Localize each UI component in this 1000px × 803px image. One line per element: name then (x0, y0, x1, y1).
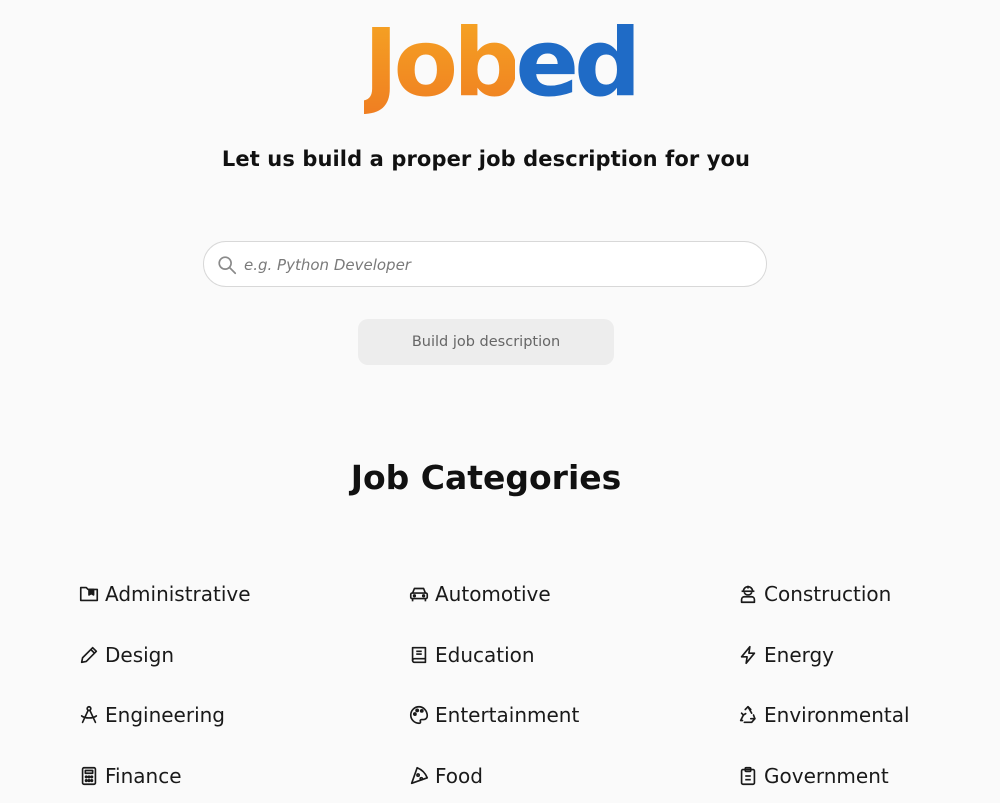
category-label: Environmental (764, 703, 910, 727)
category-label: Energy (764, 643, 835, 667)
category-education[interactable]: Education (408, 641, 535, 669)
category-label: Engineering (105, 703, 225, 727)
page: Jobed Let us build a proper job descript… (0, 0, 1000, 803)
category-label: Entertainment (435, 703, 580, 727)
car-icon (409, 587, 429, 602)
category-finance[interactable]: Finance (78, 762, 182, 790)
clipboard-icon (740, 766, 756, 786)
category-engineering[interactable]: Engineering (78, 701, 225, 729)
lightning-bolt-icon (740, 645, 756, 665)
category-food[interactable]: Food (408, 762, 483, 790)
category-construction[interactable]: Construction (737, 580, 891, 608)
category-label: Construction (764, 582, 892, 606)
compass-drafting-icon (80, 705, 98, 724)
category-label: Administrative (105, 582, 251, 606)
category-government[interactable]: Government (737, 762, 889, 790)
job-categories-grid: Administrative Automotive Construction D… (0, 0, 1000, 803)
category-administrative[interactable]: Administrative (78, 580, 251, 608)
pencil-icon (80, 646, 98, 664)
category-automotive[interactable]: Automotive (408, 580, 551, 608)
category-energy[interactable]: Energy (737, 641, 834, 669)
pizza-slice-icon (410, 766, 429, 785)
recycle-icon (739, 705, 756, 724)
category-label: Automotive (435, 582, 551, 606)
category-label: Design (105, 643, 175, 667)
category-label: Education (435, 643, 535, 667)
category-design[interactable]: Design (78, 641, 174, 669)
category-label: Finance (105, 764, 182, 788)
category-label: Food (435, 764, 483, 788)
category-entertainment[interactable]: Entertainment (408, 701, 579, 729)
hard-hat-worker-icon (740, 585, 756, 604)
category-environmental[interactable]: Environmental (737, 701, 910, 729)
calculator-icon (81, 766, 97, 786)
folder-icon (79, 586, 99, 602)
palette-icon (410, 705, 429, 725)
category-label: Government (764, 764, 889, 788)
book-icon (411, 646, 427, 664)
